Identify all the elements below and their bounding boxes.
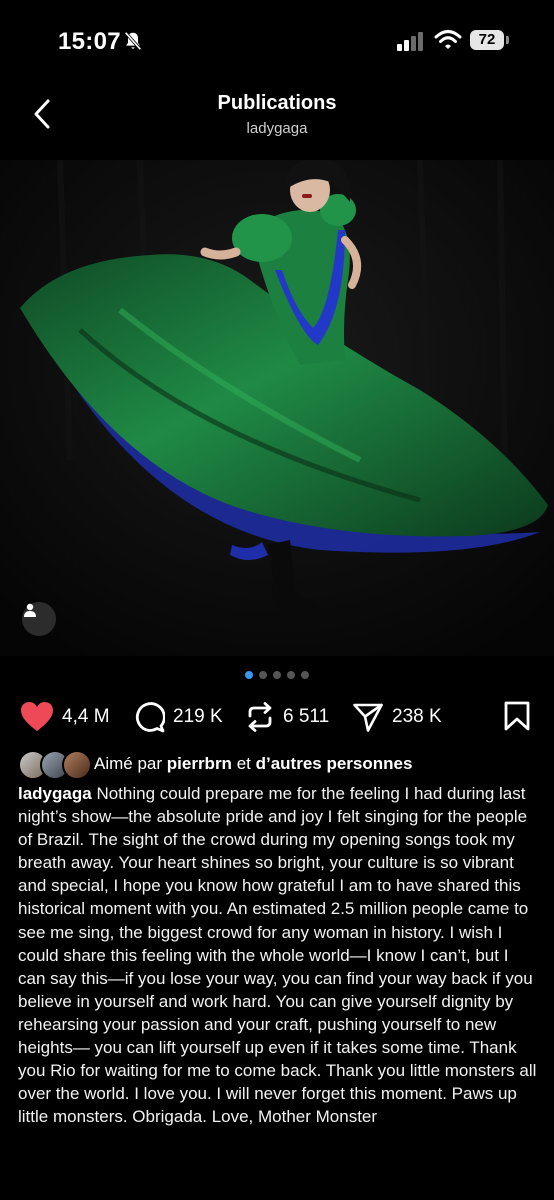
share-action[interactable]: 238 K xyxy=(352,697,442,737)
like-action[interactable]: 4,4 M xyxy=(20,697,110,737)
like-count: 4,4 M xyxy=(62,706,110,727)
liker-avatars xyxy=(18,750,92,780)
photo-illustration xyxy=(0,160,554,656)
post-photo[interactable] xyxy=(0,160,554,656)
bookmark-icon[interactable] xyxy=(503,701,531,731)
post-caption: ladygaga Nothing could prepare me for th… xyxy=(18,782,538,1128)
carousel-dot xyxy=(245,671,253,679)
post-actions: 4,4 M 219 K 6 511 238 K xyxy=(0,697,554,737)
page-title: Publications xyxy=(217,92,337,114)
share-count: 238 K xyxy=(392,706,442,727)
heart-icon[interactable] xyxy=(20,701,54,733)
share-icon[interactable] xyxy=(352,701,384,733)
liked-by-row[interactable]: Aimé par pierrbrn et d’autres personnes xyxy=(18,748,412,780)
bell-slash-icon xyxy=(124,31,142,51)
repost-count: 6 511 xyxy=(283,706,330,727)
top-nav-bar: Publications ladygaga xyxy=(0,80,554,160)
status-time: 15:07 xyxy=(58,28,121,55)
comment-action[interactable]: 219 K xyxy=(133,697,223,737)
comment-count: 219 K xyxy=(173,706,223,727)
wifi-icon xyxy=(434,30,462,49)
avatar xyxy=(62,750,92,780)
tagged-people-button[interactable] xyxy=(22,602,56,636)
carousel-indicator xyxy=(0,671,554,683)
page-subtitle-username[interactable]: ladygaga xyxy=(0,120,554,137)
battery-icon: 72 xyxy=(470,30,510,50)
carousel-dot xyxy=(273,671,281,679)
caption-username[interactable]: ladygaga xyxy=(18,784,92,803)
person-icon xyxy=(24,603,36,617)
carousel-dot xyxy=(287,671,295,679)
liked-by-others[interactable]: d’autres personnes xyxy=(256,754,413,774)
repost-icon[interactable] xyxy=(245,701,275,733)
carousel-dot xyxy=(259,671,267,679)
signal-icon xyxy=(397,32,423,51)
battery-level: 72 xyxy=(470,30,504,50)
repost-action[interactable]: 6 511 xyxy=(245,697,329,737)
status-bar: 15:07 72 xyxy=(0,0,554,80)
carousel-dot xyxy=(301,671,309,679)
liked-by-prefix: Aimé par xyxy=(94,754,163,773)
comment-icon[interactable] xyxy=(133,701,165,733)
caption-text: Nothing could prepare me for the feeling… xyxy=(18,784,537,1127)
liked-by-connector: et xyxy=(236,754,251,773)
liker-username[interactable]: pierrbrn xyxy=(167,754,232,774)
